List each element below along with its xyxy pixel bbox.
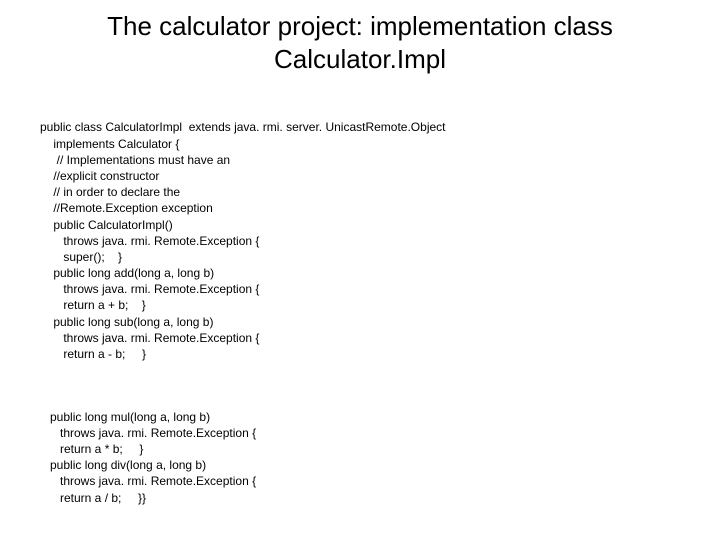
code-block-1: public class CalculatorImpl extends java… — [40, 119, 720, 362]
code-block-2: public long mul(long a, long b) throws j… — [40, 409, 720, 506]
code-listing: public class CalculatorImpl extends java… — [0, 87, 720, 536]
slide-title: The calculator project: implementation c… — [0, 10, 720, 87]
